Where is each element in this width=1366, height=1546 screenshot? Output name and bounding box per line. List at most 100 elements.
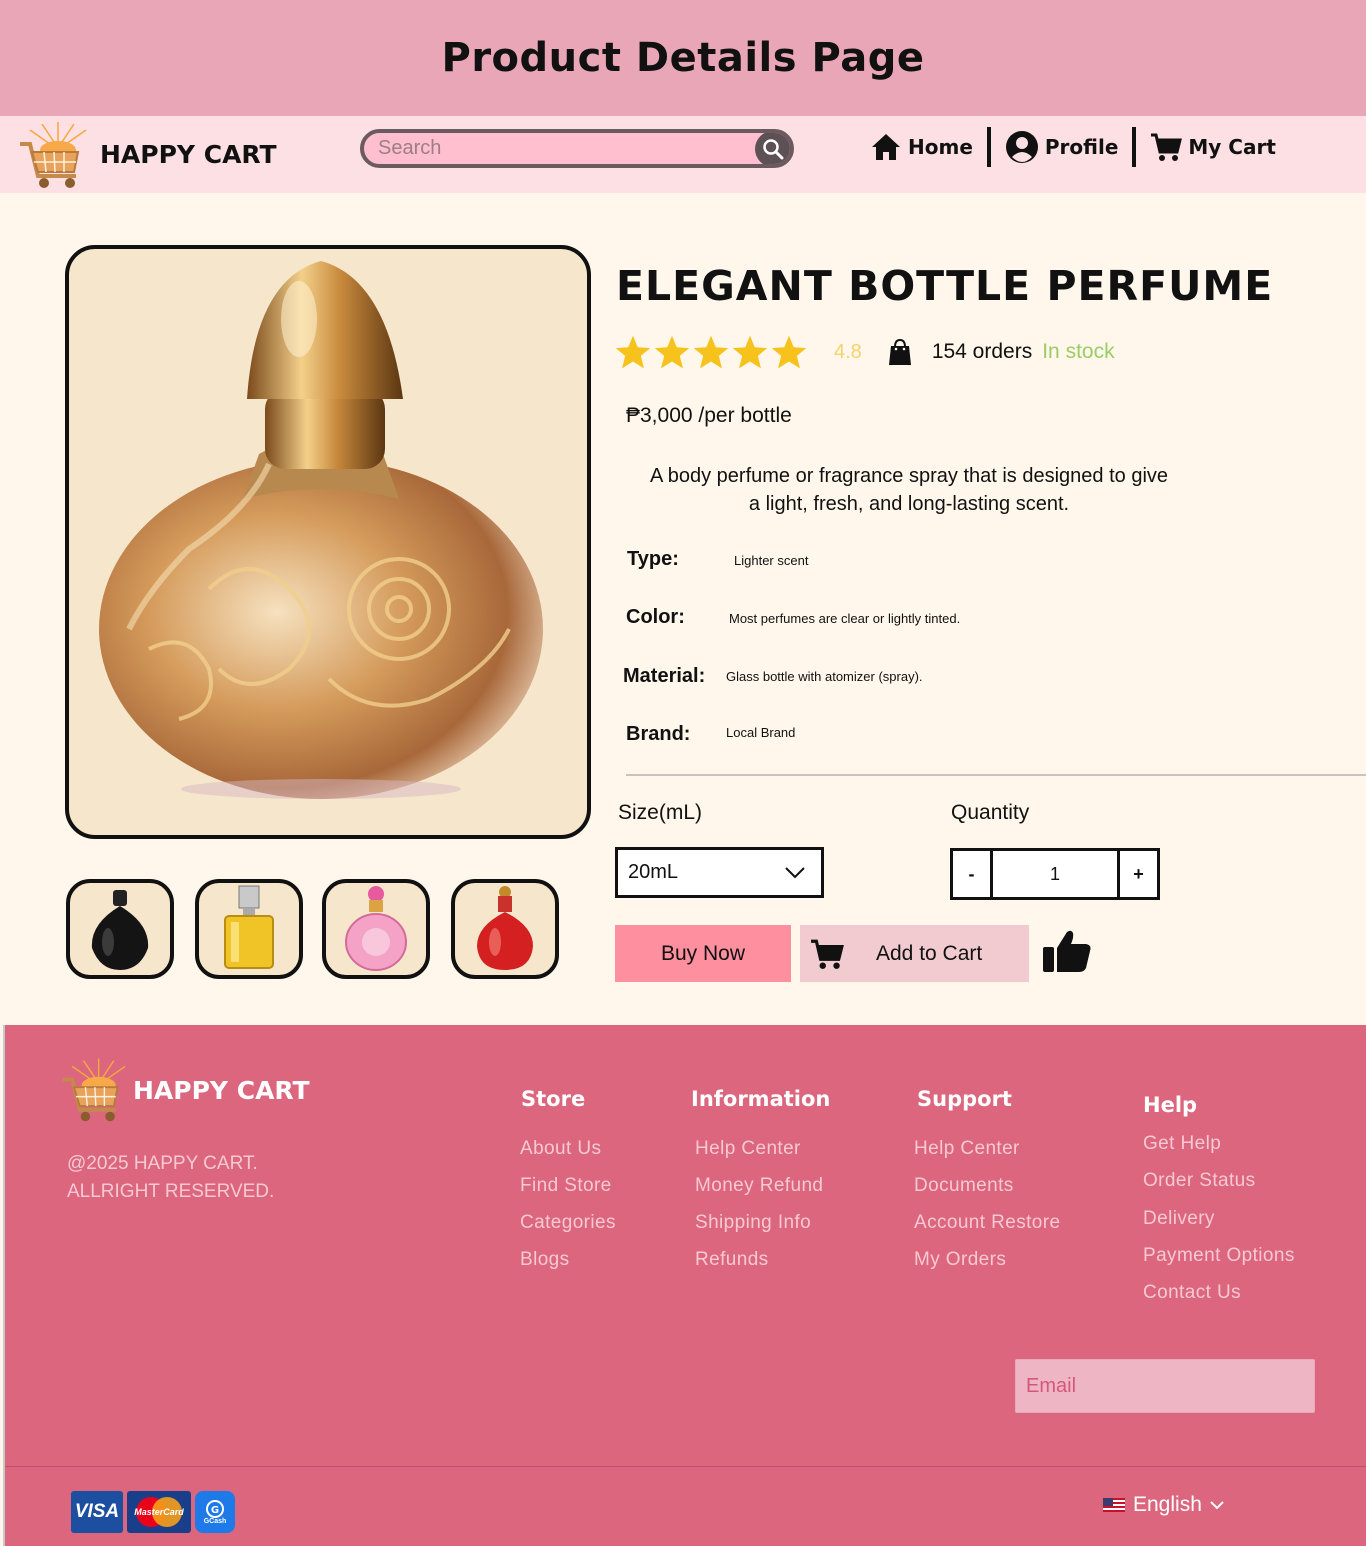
nav-links: Home Profile My Cart xyxy=(870,116,1276,178)
quantity-decrease-button[interactable]: - xyxy=(953,851,990,897)
language-selector[interactable]: English xyxy=(1103,1493,1224,1517)
mastercard-label: MasterCard xyxy=(134,1507,184,1517)
search-input[interactable] xyxy=(364,133,755,164)
nav-cart[interactable]: My Cart xyxy=(1150,132,1276,162)
footer-link[interactable]: About Us xyxy=(520,1138,601,1160)
nav-home[interactable]: Home xyxy=(870,132,973,162)
spec-color-label: Color: xyxy=(626,606,685,628)
search-icon xyxy=(763,138,784,159)
footer-link[interactable]: Money Refund xyxy=(695,1175,823,1197)
product-price: ₱3,000 /per bottle xyxy=(626,404,792,427)
footer-link[interactable]: Help Center xyxy=(695,1138,801,1160)
nav-divider xyxy=(1132,127,1137,167)
footer-link[interactable]: Order Status xyxy=(1143,1170,1256,1192)
footer-link[interactable]: Account Restore xyxy=(914,1212,1060,1234)
footer-logo[interactable]: HAPPY CART xyxy=(57,1055,310,1125)
footer-divider xyxy=(5,1466,1366,1467)
nav-profile-label: Profile xyxy=(1044,135,1119,159)
gcash-icon: G xyxy=(206,1499,224,1518)
navbar: HAPPY CART Home Profile xyxy=(0,116,1366,193)
nav-profile[interactable]: Profile xyxy=(1005,130,1119,164)
footer: HAPPY CART @2025 HAPPY CART. ALLRIGHT RE… xyxy=(3,1025,1366,1546)
footer-link[interactable]: Help Center xyxy=(914,1138,1020,1160)
yellow-perfume-bottle-image xyxy=(224,885,274,969)
copyright-line: @2025 HAPPY CART. xyxy=(67,1153,258,1174)
footer-link[interactable]: Refunds xyxy=(695,1249,769,1271)
footer-col-help-title: Help xyxy=(1143,1093,1198,1117)
rating-stars xyxy=(614,334,808,370)
product-description: A body perfume or fragrance spray that i… xyxy=(620,462,1198,518)
star-icon xyxy=(771,335,807,369)
spec-brand-value: Local Brand xyxy=(726,725,796,740)
stock-status: In stock xyxy=(1042,340,1115,363)
spec-material-label: Material: xyxy=(623,665,706,687)
thumbnail-pink-perfume[interactable] xyxy=(322,879,430,979)
star-icon xyxy=(732,335,768,369)
quantity-value[interactable]: 1 xyxy=(990,851,1120,897)
search-button[interactable] xyxy=(755,133,790,164)
footer-link[interactable]: Categories xyxy=(520,1212,616,1234)
footer-col-information-title: Information xyxy=(691,1087,831,1111)
page-banner: Product Details Page xyxy=(0,0,1366,116)
nav-home-label: Home xyxy=(908,135,973,159)
like-button[interactable] xyxy=(1041,928,1093,979)
footer-link[interactable]: Blogs xyxy=(520,1249,570,1271)
brand-name: HAPPY CART xyxy=(100,140,277,169)
quantity-increase-button[interactable]: + xyxy=(1120,851,1157,897)
gold-perfume-bottle-image xyxy=(99,261,543,799)
description-line: A body perfume or fragrance spray that i… xyxy=(649,465,1169,487)
star-icon xyxy=(654,335,690,369)
footer-brand-name: HAPPY CART xyxy=(133,1075,310,1105)
footer-link[interactable]: Contact Us xyxy=(1143,1282,1241,1304)
star-icon xyxy=(615,335,651,369)
quantity-label: Quantity xyxy=(951,801,1030,824)
thumbnail-black-perfume[interactable] xyxy=(66,879,174,979)
size-dropdown[interactable]: 20mL xyxy=(615,847,824,898)
add-to-cart-button[interactable]: Add to Cart xyxy=(800,925,1029,982)
cart-logo-icon xyxy=(20,121,87,188)
product-main-image xyxy=(65,245,591,839)
quantity-stepper: - 1 + xyxy=(950,848,1160,900)
visa-payment-logo: VISA xyxy=(71,1491,123,1533)
us-flag-icon xyxy=(1103,1498,1125,1512)
spec-type-value: Lighter scent xyxy=(734,553,809,568)
footer-link[interactable]: Find Store xyxy=(520,1175,612,1197)
copyright-line: ALLRIGHT RESERVED. xyxy=(67,1181,275,1202)
section-divider xyxy=(626,774,1366,776)
footer-col-support-title: Support xyxy=(917,1087,1012,1111)
footer-link[interactable]: Shipping Info xyxy=(695,1212,811,1234)
search-bar xyxy=(360,129,794,168)
language-label: English xyxy=(1133,1493,1202,1516)
cart-logo-icon xyxy=(62,1058,126,1122)
page-title: Product Details Page xyxy=(441,35,925,81)
cart-icon xyxy=(1151,133,1183,161)
svg-text:G: G xyxy=(211,1505,219,1516)
add-to-cart-label: Add to Cart xyxy=(876,941,983,965)
email-field[interactable] xyxy=(1015,1359,1315,1413)
home-icon xyxy=(872,134,900,160)
footer-link[interactable]: Payment Options xyxy=(1143,1245,1295,1267)
footer-link[interactable]: Documents xyxy=(914,1175,1014,1197)
footer-col-store-title: Store xyxy=(521,1087,586,1111)
thumbnail-red-perfume[interactable] xyxy=(451,879,559,979)
pink-perfume-bottle-image xyxy=(345,886,407,971)
description-line: a light, fresh, and long-lasting scent. xyxy=(748,493,1070,515)
spec-type-label: Type: xyxy=(627,548,679,570)
nav-cart-label: My Cart xyxy=(1188,135,1276,159)
black-perfume-bottle-image xyxy=(91,890,149,970)
rating-value: 4.8 xyxy=(834,340,862,363)
product-title: ELEGANT BOTTLE PERFUME xyxy=(616,262,1274,310)
footer-link[interactable]: My Orders xyxy=(914,1249,1006,1271)
gcash-label: GCash xyxy=(203,1517,227,1525)
footer-link[interactable]: Delivery xyxy=(1143,1208,1215,1230)
shopping-bag-icon xyxy=(888,338,911,365)
spec-brand-label: Brand: xyxy=(626,723,691,745)
buy-now-button[interactable]: Buy Now xyxy=(615,925,791,982)
chevron-down-icon xyxy=(1210,1500,1224,1509)
footer-link[interactable]: Get Help xyxy=(1143,1133,1221,1155)
thumbs-up-icon xyxy=(1043,930,1091,972)
spec-material-value: Glass bottle with atomizer (spray). xyxy=(726,669,923,684)
size-selected-value: 20mL xyxy=(628,861,679,883)
thumbnail-yellow-perfume[interactable] xyxy=(195,879,303,979)
brand-logo[interactable]: HAPPY CART xyxy=(14,116,277,193)
